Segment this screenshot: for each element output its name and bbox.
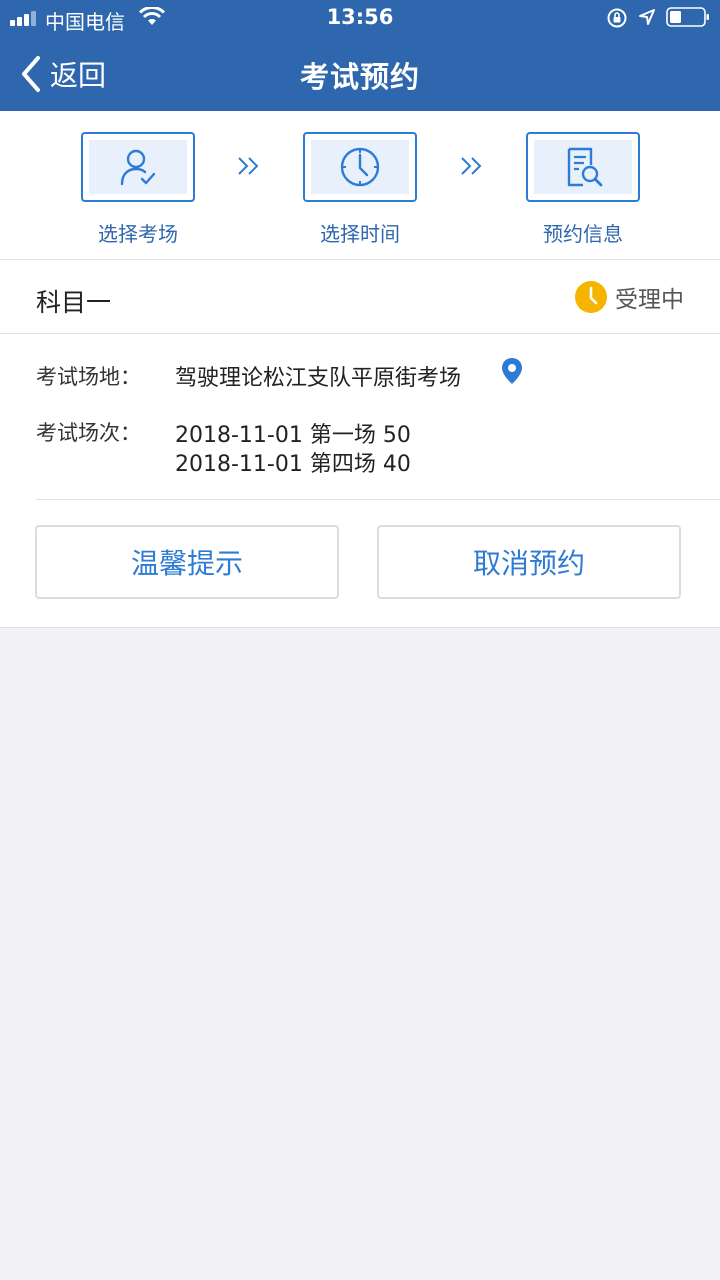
status-text: 受理中 (615, 287, 684, 313)
header: 中国电信 13:56 返回 考试预约 (0, 0, 720, 111)
rotation-lock-icon (607, 8, 627, 28)
step-booking-info: 预约信息 (526, 132, 640, 247)
session-item: 2018-11-01 第四场 40 (175, 452, 411, 477)
clock-status-icon (575, 281, 607, 313)
step-label: 选择考场 (98, 222, 178, 246)
venue-label: 考试场地： (36, 365, 141, 389)
divider (0, 333, 720, 334)
location-arrow-icon (639, 9, 655, 25)
session-label: 考试场次： (36, 421, 141, 445)
venue-value: 驾驶理论松江支队平原街考场 (175, 366, 462, 391)
divider (36, 499, 720, 500)
step-label: 预约信息 (543, 222, 623, 246)
step-select-venue: 选择考场 (81, 132, 195, 247)
cancel-booking-button[interactable]: 取消预约 (377, 525, 681, 599)
tips-button[interactable]: 温馨提示 (35, 525, 339, 599)
double-chevron-icon (461, 157, 482, 175)
double-chevron-icon (238, 157, 259, 175)
document-search-icon (567, 147, 603, 187)
step-label: 选择时间 (320, 222, 400, 246)
step-select-time: 选择时间 (303, 132, 417, 247)
location-pin-icon[interactable] (501, 357, 523, 385)
user-check-icon (120, 149, 156, 186)
nav-bar: 返回 考试预约 (0, 36, 720, 111)
subject-title: 科目一 (36, 288, 112, 317)
clock-icon (340, 147, 380, 187)
status-badge: 受理中 (575, 280, 684, 314)
status-bar: 中国电信 13:56 (0, 0, 720, 36)
battery-icon (666, 7, 709, 27)
step-indicator: 选择考场 选择时间 预约信息 (0, 111, 720, 260)
page-title: 考试预约 (299, 60, 420, 94)
appointment-card: 科目一 受理中 考试场地： 驾驶理论松江支队平原街考场 考试场次： 2018-1… (0, 260, 720, 628)
session-item: 2018-11-01 第一场 50 (175, 423, 411, 448)
